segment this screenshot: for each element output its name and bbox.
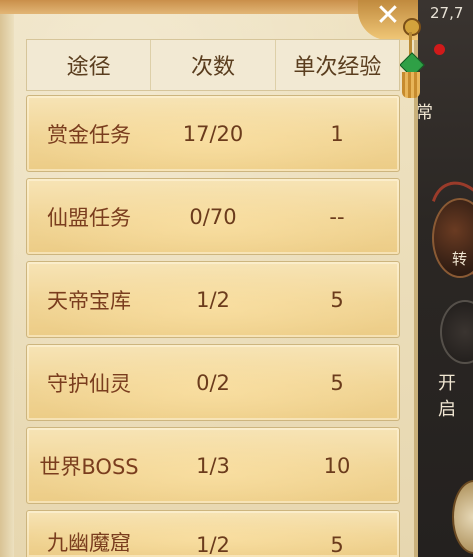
table-row[interactable]: 天帝宝库 1/2 5 bbox=[26, 261, 400, 338]
row-exp: 5 bbox=[330, 370, 344, 395]
row-count: 0/70 bbox=[189, 204, 237, 229]
table-row[interactable]: 世界BOSS 1/3 10 bbox=[26, 427, 400, 504]
row-source-name: 九幽魔窟 bbox=[47, 531, 131, 555]
tassel-knot-icon bbox=[403, 18, 421, 36]
coordinate-readout: 27,7 bbox=[430, 4, 464, 22]
tassel-fringe bbox=[402, 72, 420, 98]
panel-left-border bbox=[0, 14, 14, 557]
row-count: 1/3 bbox=[196, 453, 230, 478]
panel-top-border bbox=[0, 0, 418, 14]
table-row[interactable]: 赏金任务 17/20 1 bbox=[26, 95, 400, 172]
row-count: 1/2 bbox=[196, 287, 230, 312]
row-exp: 5 bbox=[330, 287, 344, 312]
row-source-name: 天帝宝库 bbox=[47, 288, 131, 313]
row-count: 0/2 bbox=[196, 370, 230, 395]
table-header: 途径 次数 单次经验 bbox=[26, 39, 400, 91]
row-source-name: 赏金任务 bbox=[47, 122, 131, 147]
row-exp: 1 bbox=[330, 121, 344, 146]
header-count: 次数 bbox=[150, 40, 274, 90]
row-source-name: 守护仙灵 bbox=[47, 371, 131, 396]
side-label-kaiqi: 开启 bbox=[438, 373, 456, 420]
close-icon: ✕ bbox=[375, 0, 401, 33]
header-exp: 单次经验 bbox=[274, 40, 399, 90]
side-label-zhuan: 转 bbox=[452, 250, 468, 268]
table-row[interactable]: 仙盟任务 0/70 -- bbox=[26, 178, 400, 255]
row-source-name: 仙盟任务 bbox=[47, 205, 131, 230]
header-source: 途径 bbox=[66, 55, 111, 80]
row-source-name: 世界BOSS bbox=[39, 454, 139, 479]
row-count: 1/2 bbox=[196, 533, 230, 557]
row-exp: 10 bbox=[323, 453, 351, 478]
table-row[interactable]: 九幽魔窟 1/2 5 bbox=[26, 510, 400, 557]
table-row[interactable]: 守护仙灵 0/2 5 bbox=[26, 344, 400, 421]
side-label-chang: 常 bbox=[416, 103, 433, 123]
row-count: 17/20 bbox=[182, 121, 244, 146]
row-exp: -- bbox=[329, 204, 345, 229]
red-dot-icon bbox=[434, 44, 445, 55]
row-exp: 5 bbox=[330, 533, 344, 557]
